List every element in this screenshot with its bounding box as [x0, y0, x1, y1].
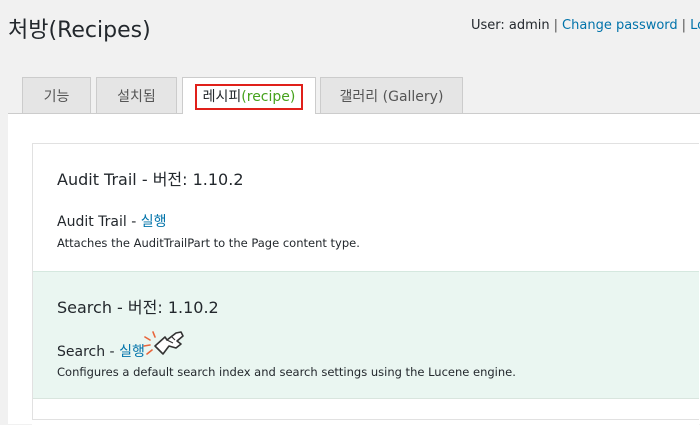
page-title: 처방(Recipes)	[8, 18, 151, 43]
recipe-run-prefix: Search -	[57, 344, 120, 360]
change-password-link[interactable]: Change password	[562, 18, 678, 33]
pointing-hand-cursor-icon	[143, 331, 184, 355]
separator: |	[681, 18, 687, 33]
run-recipe-link[interactable]: 실행	[119, 344, 145, 360]
run-recipe-link[interactable]: 실행	[141, 214, 167, 230]
tab-installed[interactable]: 설치됨	[96, 77, 177, 113]
next-recipe-edge	[32, 419, 699, 425]
tab-recipes-paren: (recipe)	[241, 89, 296, 105]
recipe-item: Search - 버전: 1.10.2 Search - 실행 Configur…	[33, 271, 699, 399]
tab-recipes-highlight: 레시피(recipe)	[194, 84, 304, 110]
recipe-title: Search - 버전: 1.10.2	[57, 298, 219, 317]
recipe-list: Audit Trail - 버전: 1.10.2 Audit Trail - 실…	[32, 143, 699, 425]
recipe-title: Audit Trail - 버전: 1.10.2	[57, 170, 244, 189]
recipe-item: Audit Trail - 버전: 1.10.2 Audit Trail - 실…	[33, 144, 699, 271]
recipe-run-line: Search - 실행	[57, 341, 145, 361]
recipe-description: Configures a default search index and se…	[57, 365, 516, 379]
logout-link[interactable]: Log	[690, 18, 700, 33]
recipe-run-line: Audit Trail - 실행	[57, 211, 167, 231]
tab-recipes[interactable]: 레시피(recipe)	[182, 77, 316, 114]
separator: |	[553, 18, 559, 33]
tab-gallery[interactable]: 갤러리 (Gallery)	[320, 77, 463, 113]
tab-recipes-label: 레시피	[202, 89, 242, 105]
tab-features[interactable]: 기능	[22, 77, 91, 113]
content-panel: Audit Trail - 버전: 1.10.2 Audit Trail - 실…	[8, 113, 700, 425]
user-bar: User: admin|Change password|Log	[471, 18, 700, 33]
user-label: User: admin	[471, 18, 550, 33]
recipe-description: Attaches the AuditTrailPart to the Page …	[57, 236, 360, 250]
recipe-run-prefix: Audit Trail -	[57, 214, 141, 230]
